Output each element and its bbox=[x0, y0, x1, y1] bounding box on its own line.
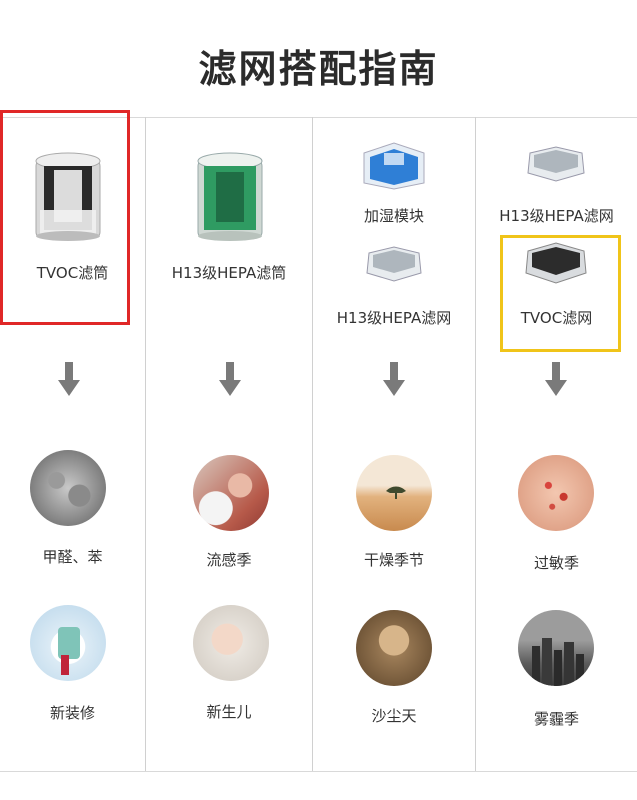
scene-label-dry-season: 干燥季节 bbox=[363, 551, 424, 569]
scene-image-sandstorm bbox=[356, 610, 432, 686]
scene-image-allergy-season bbox=[518, 455, 594, 531]
filter-label-tvoc-filter: TVOC滤网 bbox=[520, 309, 593, 327]
hepa-filter-image bbox=[366, 246, 422, 282]
column-hepa-tvoc-filter: H13级HEPA滤网 TVOC滤网 过敏季 雾霾季 bbox=[476, 117, 637, 771]
column-tvoc-cartridge: TVOC滤筒 甲醛、苯 新装修 bbox=[0, 110, 145, 771]
tvoc-filter-image bbox=[525, 242, 587, 284]
arrow-down-icon bbox=[58, 362, 80, 396]
arrow-down-icon bbox=[219, 362, 241, 396]
column-hepa-cartridge: H13级HEPA滤筒 流感季 新生儿 bbox=[146, 117, 312, 771]
filter-label-hepa-filter: H13级HEPA滤网 bbox=[499, 207, 614, 225]
page-title: 滤网搭配指南 bbox=[198, 47, 439, 91]
scene-image-flu-season bbox=[193, 455, 269, 531]
scene-label-newborn: 新生儿 bbox=[206, 703, 252, 721]
filter-label-humidifier-module: 加湿模块 bbox=[363, 207, 424, 225]
scene-image-smog-season bbox=[518, 610, 594, 686]
scene-image-formaldehyde bbox=[30, 450, 106, 526]
scene-label-flu-season: 流感季 bbox=[206, 551, 252, 569]
filter-label-tvoc-cartridge: TVOC滤筒 bbox=[36, 264, 109, 282]
scene-label-renovation: 新装修 bbox=[49, 704, 95, 722]
scene-label-sandstorm: 沙尘天 bbox=[371, 707, 417, 725]
footer-divider bbox=[0, 771, 637, 772]
arrow-down-icon bbox=[545, 362, 567, 396]
scene-label-allergy-season: 过敏季 bbox=[533, 554, 579, 572]
scene-label-formaldehyde: 甲醛、苯 bbox=[42, 548, 103, 566]
filter-label-hepa-filter: H13级HEPA滤网 bbox=[336, 309, 452, 327]
hepa-cartridge-image bbox=[197, 152, 263, 241]
humidifier-module-image bbox=[363, 142, 425, 190]
scene-image-renovation bbox=[30, 605, 106, 681]
column-humidify-hepa: 加湿模块 H13级HEPA滤网 干燥季节 沙尘天 bbox=[313, 117, 475, 771]
filter-label-hepa-cartridge: H13级HEPA滤筒 bbox=[171, 264, 287, 282]
hepa-filter-image bbox=[527, 146, 585, 182]
scene-image-dry-season bbox=[356, 455, 432, 531]
arrow-down-icon bbox=[383, 362, 405, 396]
scene-label-smog-season: 雾霾季 bbox=[533, 710, 579, 728]
scene-image-newborn bbox=[193, 605, 269, 681]
tvoc-cartridge-image bbox=[35, 152, 101, 241]
